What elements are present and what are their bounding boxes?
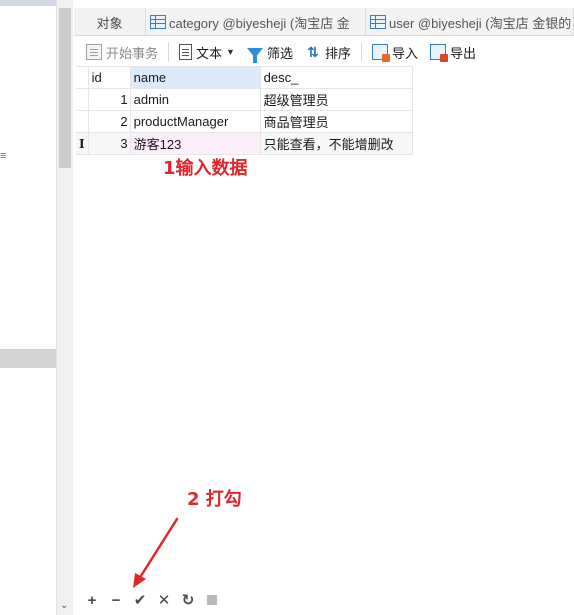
filter-label: 筛选 bbox=[266, 45, 293, 61]
filter-button[interactable]: 筛选 bbox=[241, 40, 299, 64]
begin-transaction-button[interactable]: 开始事务 bbox=[80, 40, 164, 64]
export-button[interactable]: 导出 bbox=[424, 40, 482, 64]
row-marker[interactable] bbox=[76, 88, 89, 111]
close-icon: ✕ bbox=[157, 592, 171, 609]
left-navigation-panel: ≡ bbox=[0, 0, 56, 615]
refresh-button[interactable]: ↻ bbox=[176, 590, 200, 610]
annotation-step-1: 1输入数据 bbox=[163, 158, 248, 179]
cell-desc[interactable]: 超级管理员 bbox=[259, 88, 413, 111]
sort-icon: ⇅ bbox=[307, 44, 319, 60]
export-icon bbox=[430, 44, 448, 62]
left-panel-edge-glyph: ≡ bbox=[0, 150, 7, 162]
minus-icon: − bbox=[111, 591, 121, 609]
import-button[interactable]: 导入 bbox=[366, 40, 424, 64]
stop-button[interactable] bbox=[200, 590, 224, 610]
apply-changes-button[interactable]: ✔ bbox=[128, 590, 152, 610]
grid-header-row: id name desc_ bbox=[76, 66, 413, 89]
text-view-button[interactable]: 文本 ▼ bbox=[173, 40, 241, 64]
table-row[interactable]: 2 productManager 商品管理员 bbox=[76, 110, 413, 133]
table-row[interactable]: 1 admin 超级管理员 bbox=[76, 88, 413, 111]
row-marker[interactable] bbox=[76, 110, 89, 133]
stop-icon bbox=[207, 595, 217, 605]
tab-user-table[interactable]: user @biyesheji (淘宝店 金银的 bbox=[366, 8, 574, 36]
annotation-step-2: 2 打勾 bbox=[187, 489, 242, 510]
tab-objects[interactable]: 对象 bbox=[74, 8, 146, 36]
cell-desc[interactable]: 商品管理员 bbox=[259, 110, 413, 133]
text-view-label: 文本 bbox=[196, 45, 223, 61]
text-cursor-icon: I bbox=[79, 137, 85, 151]
table-toolbar: 开始事务 文本 ▼ 筛选 ⇅ 排序 导入 导出 bbox=[74, 38, 574, 66]
left-panel-selected-item[interactable] bbox=[0, 349, 56, 368]
row-marker-header bbox=[76, 66, 89, 89]
table-icon bbox=[150, 15, 166, 29]
cell-id[interactable]: 3 bbox=[87, 132, 131, 155]
cell-name[interactable]: admin bbox=[129, 88, 261, 111]
refresh-icon: ↻ bbox=[181, 592, 195, 609]
cell-id[interactable]: 1 bbox=[87, 88, 131, 111]
cell-desc[interactable]: 只能查看，不能增删改 bbox=[259, 132, 413, 155]
begin-transaction-label: 开始事务 bbox=[106, 45, 159, 61]
toolbar-divider bbox=[168, 42, 170, 62]
tab-user-label: user @biyesheji (淘宝店 金银的 bbox=[389, 15, 572, 31]
tab-category-table[interactable]: category @biyesheji (淘宝店 金 bbox=[146, 8, 366, 36]
document-icon bbox=[179, 44, 193, 60]
tab-bar: 对象 category @biyesheji (淘宝店 金 user @biye… bbox=[74, 8, 574, 36]
tab-category-label: category @biyesheji (淘宝店 金 bbox=[169, 15, 350, 31]
plus-icon: + bbox=[87, 591, 97, 609]
table-icon bbox=[370, 15, 386, 29]
left-panel-header bbox=[0, 0, 56, 6]
export-label: 导出 bbox=[450, 45, 477, 61]
record-navigation-bar: + − ✔ ✕ ↻ bbox=[74, 590, 574, 610]
table-row-new[interactable]: I 3 游客123 只能查看，不能增删改 bbox=[76, 132, 413, 155]
scroll-down-icon[interactable]: ⌄ bbox=[60, 600, 68, 611]
row-marker-editing[interactable]: I bbox=[76, 132, 89, 155]
discard-changes-button[interactable]: ✕ bbox=[152, 590, 176, 610]
annotation-arrow bbox=[133, 517, 179, 588]
import-label: 导入 bbox=[391, 45, 418, 61]
column-header-desc[interactable]: desc_ bbox=[259, 66, 413, 89]
transaction-icon bbox=[86, 44, 102, 60]
filter-icon bbox=[246, 48, 263, 63]
column-header-id[interactable]: id bbox=[87, 66, 131, 89]
sort-label: 排序 bbox=[324, 45, 351, 61]
cell-name[interactable]: productManager bbox=[129, 110, 261, 133]
sort-button[interactable]: ⇅ 排序 bbox=[299, 40, 357, 64]
data-grid: id name desc_ 1 admin 超级管理员 2 productMan… bbox=[76, 66, 413, 155]
checkmark-icon: ✔ bbox=[133, 592, 147, 609]
import-icon bbox=[371, 44, 390, 62]
add-record-button[interactable]: + bbox=[80, 590, 104, 610]
toolbar-divider bbox=[360, 42, 362, 62]
delete-record-button[interactable]: − bbox=[104, 590, 128, 610]
scrollbar-thumb[interactable] bbox=[59, 8, 71, 168]
cell-id[interactable]: 2 bbox=[87, 110, 131, 133]
dropdown-caret-icon: ▼ bbox=[226, 47, 235, 57]
left-panel-scrollbar[interactable]: ⌄ bbox=[56, 0, 73, 615]
cell-name[interactable]: 游客123 bbox=[129, 132, 261, 155]
column-header-name[interactable]: name bbox=[129, 66, 261, 89]
tab-objects-label: 对象 bbox=[96, 15, 123, 31]
